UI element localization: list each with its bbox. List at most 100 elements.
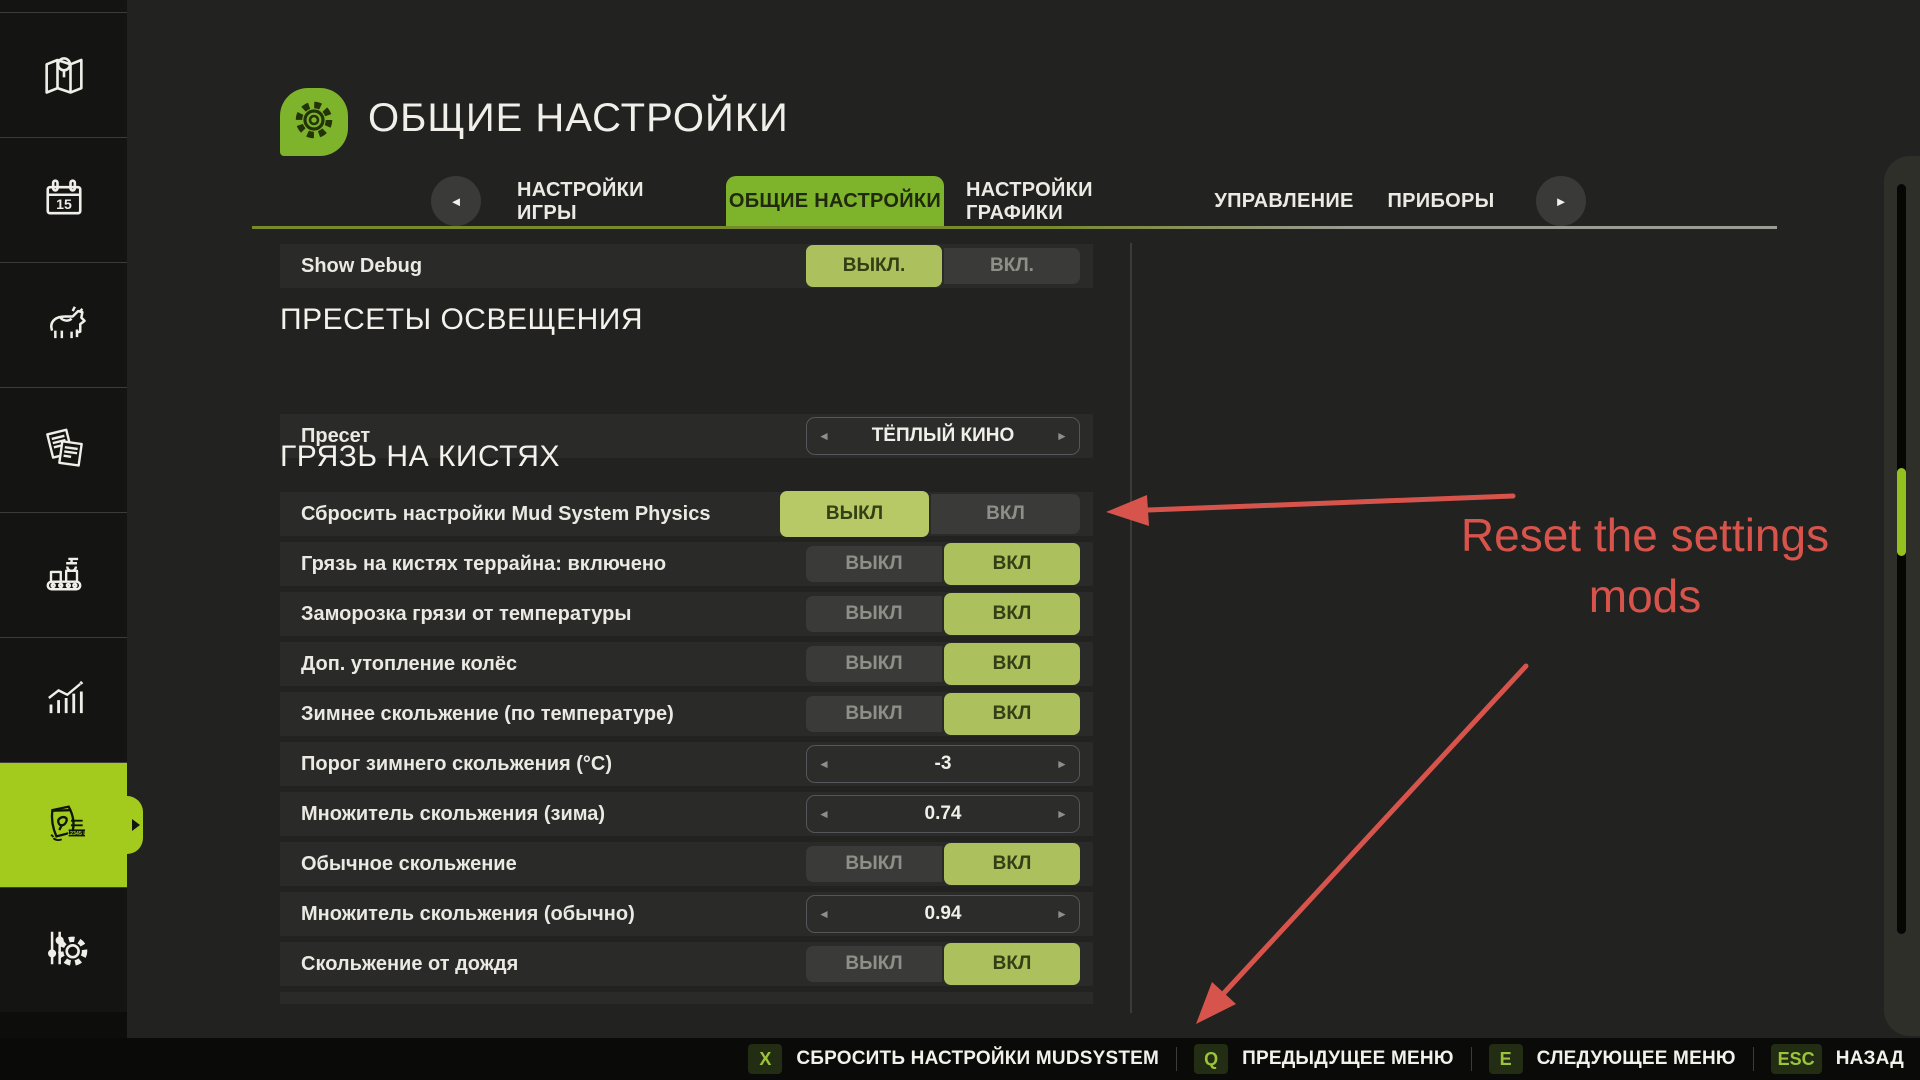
normal-slip-multiplier-selector: ◄ 0.94 ►	[806, 895, 1080, 933]
toggle-on-button[interactable]: ВКЛ	[944, 643, 1080, 685]
mud-freeze-toggle: ВЫКЛ ВКЛ	[806, 596, 1080, 632]
hotbar-next-menu[interactable]: E СЛЕДУЮЩЕЕ МЕНЮ	[1489, 1044, 1736, 1074]
keycap-esc: ESC	[1771, 1044, 1822, 1074]
selector-prev-icon[interactable]: ◄	[807, 807, 841, 821]
selector-next-icon[interactable]: ►	[1045, 907, 1079, 921]
toggle-off-button[interactable]: ВЫКЛ	[806, 946, 942, 982]
setting-row-mud-freeze: Заморозка грязи от температуры ВЫКЛ ВКЛ	[280, 592, 1093, 636]
sidebar-item-game-settings[interactable]	[0, 887, 127, 1012]
map-icon	[38, 47, 90, 104]
mud-settings-list: Сбросить настройки Mud System Physics ВЫ…	[280, 492, 1093, 1004]
tab-controls[interactable]: УПРАВЛЕНИЕ	[1204, 176, 1364, 227]
setting-row-winter-slip-threshold: Порог зимнего скольжения (°C) ◄ -3 ►	[280, 742, 1093, 786]
tab-game-settings[interactable]: НАСТРОЙКИ ИГРЫ	[517, 176, 707, 227]
setting-label: Show Debug	[301, 255, 422, 278]
calendar-icon: 15	[38, 172, 90, 229]
selector-next-icon[interactable]: ►	[1045, 757, 1079, 771]
tabs-next-button[interactable]: ►	[1536, 176, 1586, 226]
toggle-on-button[interactable]: ВКЛ	[944, 943, 1080, 985]
production-icon	[38, 547, 90, 604]
hotbar-back[interactable]: ESC НАЗАД	[1771, 1044, 1904, 1074]
toggle-on-button[interactable]: ВКЛ.	[944, 248, 1080, 284]
annotation-text: Reset the settings mods	[1400, 505, 1890, 626]
toggle-off-button[interactable]: ВЫКЛ	[806, 596, 942, 632]
annotation-arrow-line	[1224, 666, 1526, 993]
terrain-mud-toggle: ВЫКЛ ВКЛ	[806, 546, 1080, 582]
sidebar-item-statistics[interactable]	[0, 637, 127, 762]
contracts-icon	[38, 422, 90, 479]
toggle-off-button[interactable]: ВЫКЛ	[780, 491, 929, 537]
tab-graphics-settings[interactable]: НАСТРОЙКИ ГРАФИКИ	[966, 176, 1186, 227]
toggle-off-button[interactable]: ВЫКЛ	[806, 646, 942, 682]
setting-row-show-debug: Show Debug ВЫКЛ. ВКЛ.	[280, 244, 1093, 288]
sidebar-item-animals[interactable]	[0, 262, 127, 387]
tabs-prev-button[interactable]: ◄	[431, 176, 481, 226]
hotbar-divider	[1471, 1047, 1472, 1071]
annotation-arrowhead-left	[1106, 495, 1149, 526]
hotbar-divider	[1176, 1047, 1177, 1071]
sidebar-item-map[interactable]	[0, 12, 127, 137]
keycap-q: Q	[1194, 1044, 1228, 1074]
tab-devices[interactable]: ПРИБОРЫ	[1381, 176, 1501, 227]
setting-row-normal-slip-multiplier: Множитель скольжения (обычно) ◄ 0.94 ►	[280, 892, 1093, 936]
sidebar-item-contracts[interactable]	[0, 387, 127, 512]
winter-slip-toggle: ВЫКЛ ВКЛ	[806, 696, 1080, 732]
rain-slip-toggle: ВЫКЛ ВКЛ	[806, 946, 1080, 982]
general-settings-screen: 15	[0, 0, 1920, 1080]
scrollbar-track[interactable]	[1897, 184, 1906, 934]
selector-value: 0.94	[841, 903, 1045, 925]
tab-general-settings[interactable]: ОБЩИЕ НАСТРОЙКИ	[726, 176, 944, 227]
settings-gear-tile	[280, 88, 348, 156]
keycap-x: X	[748, 1044, 782, 1074]
show-debug-toggle: ВЫКЛ. ВКЛ.	[806, 248, 1080, 284]
gear-icon	[286, 92, 342, 153]
statistics-icon	[38, 672, 90, 729]
clipped-next-row	[280, 992, 1093, 1004]
hotbar-previous-menu[interactable]: Q ПРЕДЫДУЩЕЕ МЕНЮ	[1194, 1044, 1454, 1074]
hotbar-reset-mudsystem[interactable]: X СБРОСИТЬ НАСТРОЙКИ MUDSYSTEM	[748, 1044, 1159, 1074]
selector-next-icon[interactable]: ►	[1045, 807, 1079, 821]
toggle-on-button[interactable]: ВКЛ	[944, 543, 1080, 585]
tab-underline	[252, 226, 1777, 229]
mud-system-icon: 12345 L	[36, 795, 92, 856]
setting-row-winter-slip: Зимнее скольжение (по температуре) ВЫКЛ …	[280, 692, 1093, 736]
toggle-on-button[interactable]: ВКЛ	[944, 843, 1080, 885]
sidebar-spacer	[0, 0, 127, 12]
sidebar-item-production[interactable]	[0, 512, 127, 637]
setting-row-normal-slip: Обычное скольжение ВЫКЛ ВКЛ	[280, 842, 1093, 886]
toggle-on-button[interactable]: ВКЛ	[944, 593, 1080, 635]
sidebar-selected-marker	[123, 796, 143, 854]
reset-mud-physics-toggle: ВЫКЛ ВКЛ	[780, 494, 1080, 534]
keycap-e: E	[1489, 1044, 1523, 1074]
toggle-on-button[interactable]: ВКЛ	[931, 494, 1080, 534]
toggle-off-button[interactable]: ВЫКЛ	[806, 696, 942, 732]
page-title: ОБЩИЕ НАСТРОЙКИ	[368, 96, 789, 141]
setting-row-winter-slip-multiplier: Множитель скольжения (зима) ◄ 0.74 ►	[280, 792, 1093, 836]
selector-prev-icon[interactable]: ◄	[807, 907, 841, 921]
sidebar-item-mud-system[interactable]: 12345 L	[0, 762, 127, 887]
toggle-off-button[interactable]: ВЫКЛ	[806, 546, 942, 582]
section-title-lighting-presets: ПРЕСЕТЫ ОСВЕЩЕНИЯ	[280, 303, 1093, 337]
setting-row-reset-mud-physics: Сбросить настройки Mud System Physics ВЫ…	[280, 492, 1093, 536]
setting-row-wheel-sink: Доп. утопление колёс ВЫКЛ ВКЛ	[280, 642, 1093, 686]
toggle-off-button[interactable]: ВЫКЛ.	[806, 245, 942, 287]
winter-slip-threshold-selector: ◄ -3 ►	[806, 745, 1080, 783]
setting-row-rain-slip: Скольжение от дождя ВЫКЛ ВКЛ	[280, 942, 1093, 986]
toggle-on-button[interactable]: ВКЛ	[944, 693, 1080, 735]
svg-text:12345 L: 12345 L	[66, 831, 86, 837]
game-settings-icon	[38, 922, 90, 979]
scrollbar-thumb[interactable]	[1897, 468, 1906, 556]
list-divider	[1130, 243, 1132, 1013]
hotbar: X СБРОСИТЬ НАСТРОЙКИ MUDSYSTEM Q ПРЕДЫДУ…	[0, 1038, 1920, 1080]
selector-prev-icon[interactable]: ◄	[807, 757, 841, 771]
section-title-mud-on-brushes: ГРЯЗЬ НА КИСТЯХ	[280, 440, 1093, 474]
selector-value: -3	[841, 753, 1045, 775]
toggle-off-button[interactable]: ВЫКЛ	[806, 846, 942, 882]
annotation-arrowhead-down	[1196, 982, 1236, 1024]
sidebar: 15	[0, 0, 127, 1012]
animals-icon	[38, 297, 90, 354]
sidebar-item-calendar[interactable]: 15	[0, 137, 127, 262]
setting-row-terrain-mud: Грязь на кистях террайна: включено ВЫКЛ …	[280, 542, 1093, 586]
chevron-right-icon: ►	[1555, 194, 1568, 209]
hotbar-divider	[1753, 1047, 1754, 1071]
